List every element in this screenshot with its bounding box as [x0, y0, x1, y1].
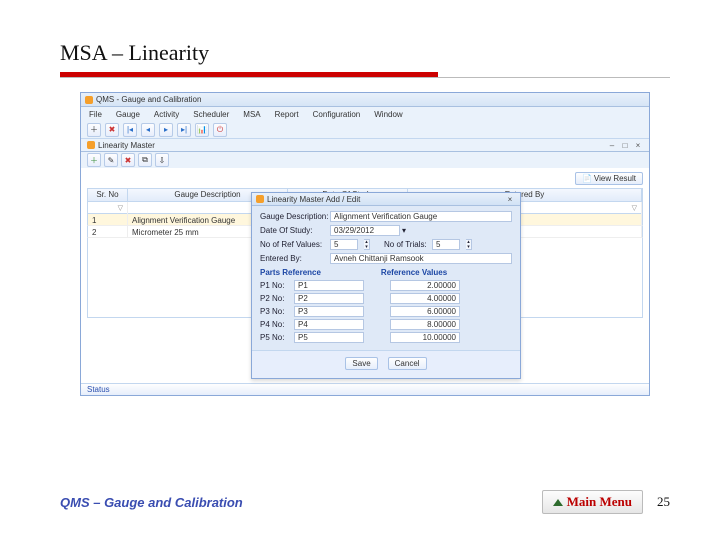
lbl-date-of-study: Date Of Study:: [260, 226, 330, 235]
toolbar-chart-icon[interactable]: 📊: [195, 123, 209, 137]
spinner-trials[interactable]: ▴▾: [466, 239, 472, 250]
slide-footer: QMS – Gauge and Calibration Main Menu 25: [60, 490, 670, 514]
main-menu-label: Main Menu: [567, 494, 632, 510]
dialog-close-icon[interactable]: ×: [504, 195, 516, 204]
slide: MSA – Linearity QMS - Gauge and Calibrat…: [0, 0, 720, 540]
dialog-title: Linearity Master Add / Edit: [267, 195, 360, 204]
lbl-p1: P1 No:: [260, 281, 294, 290]
toolbar-delete-icon[interactable]: ✖: [105, 123, 119, 137]
parts-ref-label: Parts Reference: [260, 268, 321, 277]
title-underline-thin: [60, 77, 670, 78]
input-p3-val[interactable]: 6.00000: [390, 306, 460, 317]
sub-edit-icon[interactable]: ✎: [104, 153, 118, 167]
sub-export-icon[interactable]: ⇩: [155, 153, 169, 167]
input-no-ref-values[interactable]: 5: [330, 239, 358, 250]
menubar: File Gauge Activity Scheduler MSA Report…: [81, 107, 649, 121]
input-p4-name[interactable]: P4: [294, 319, 364, 330]
toolbar-first-icon[interactable]: |◂: [123, 123, 137, 137]
calendar-icon[interactable]: ▾: [402, 226, 406, 235]
subwindow-minimize-icon[interactable]: –: [607, 141, 617, 150]
linearity-dialog: Linearity Master Add / Edit × Gauge Desc…: [251, 192, 521, 379]
home-icon: [553, 499, 563, 506]
subwindow-tab: Linearity Master – □ ×: [81, 139, 649, 152]
main-menu-button[interactable]: Main Menu: [542, 490, 643, 514]
toolbar-last-icon[interactable]: ▸|: [177, 123, 191, 137]
cancel-button[interactable]: Cancel: [388, 357, 427, 370]
input-p1-val[interactable]: 2.00000: [390, 280, 460, 291]
parts-reference-header: Parts Reference Reference Values: [260, 268, 512, 277]
input-p4-val[interactable]: 8.00000: [390, 319, 460, 330]
filter-sr-no[interactable]: ▽: [88, 202, 128, 214]
menu-file[interactable]: File: [89, 110, 102, 119]
ref-values-col-label: Reference Values: [381, 268, 447, 277]
ref-row-p4: P4 No: P4 8.00000: [260, 319, 512, 330]
view-result-container: 📄 View Result: [575, 172, 643, 185]
lbl-p5: P5 No:: [260, 333, 294, 342]
menu-report[interactable]: Report: [275, 110, 299, 119]
save-button[interactable]: Save: [345, 357, 377, 370]
app-titlebar: QMS - Gauge and Calibration: [81, 93, 649, 107]
input-p1-name[interactable]: P1: [294, 280, 364, 291]
app-window: QMS - Gauge and Calibration File Gauge A…: [80, 92, 650, 396]
menu-window[interactable]: Window: [374, 110, 402, 119]
input-gauge-desc[interactable]: Alignment Verification Gauge: [330, 211, 512, 222]
subwindow-maximize-icon[interactable]: □: [620, 141, 630, 150]
col-sr-no[interactable]: Sr. No: [88, 189, 128, 201]
input-p2-val[interactable]: 4.00000: [390, 293, 460, 304]
main-toolbar: ＋ ✖ |◂ ◂ ▸ ▸| 📊 ⏻: [81, 121, 649, 139]
input-p3-name[interactable]: P3: [294, 306, 364, 317]
view-result-icon: 📄: [582, 174, 592, 183]
input-entered-by[interactable]: Avneh Chittanji Ramsook: [330, 253, 512, 264]
menu-scheduler[interactable]: Scheduler: [193, 110, 229, 119]
spinner-ref-values[interactable]: ▴▾: [364, 239, 370, 250]
input-date-of-study[interactable]: 03/29/2012: [330, 225, 400, 236]
toolbar-new-icon[interactable]: ＋: [87, 123, 101, 137]
footer-title: QMS – Gauge and Calibration: [60, 495, 243, 510]
toolbar-prev-icon[interactable]: ◂: [141, 123, 155, 137]
ref-row-p2: P2 No: P2 4.00000: [260, 293, 512, 304]
app-window-title: QMS - Gauge and Calibration: [96, 95, 201, 104]
dialog-body: Gauge Description: Alignment Verificatio…: [252, 206, 520, 350]
menu-activity[interactable]: Activity: [154, 110, 179, 119]
lbl-gauge-desc: Gauge Description:: [260, 212, 330, 221]
menu-configuration[interactable]: Configuration: [313, 110, 361, 119]
page-number: 25: [657, 494, 670, 510]
input-p2-name[interactable]: P2: [294, 293, 364, 304]
input-p5-val[interactable]: 10.00000: [390, 332, 460, 343]
view-result-button[interactable]: 📄 View Result: [575, 172, 643, 185]
dialog-buttons: Save Cancel: [252, 350, 520, 378]
sub-copy-icon[interactable]: ⧉: [138, 153, 152, 167]
view-result-label: View Result: [594, 174, 636, 183]
input-no-of-trials[interactable]: 5: [432, 239, 460, 250]
input-p5-name[interactable]: P5: [294, 332, 364, 343]
ref-row-p5: P5 No: P5 10.00000: [260, 332, 512, 343]
lbl-no-ref-values: No of Ref Values:: [260, 240, 330, 249]
subwindow-title: Linearity Master: [98, 141, 155, 150]
content-area: 📄 View Result Sr. No Gauge Description D…: [81, 168, 649, 383]
subwindow-close-icon[interactable]: ×: [633, 141, 643, 150]
lbl-p3: P3 No:: [260, 307, 294, 316]
sub-delete-icon[interactable]: ✖: [121, 153, 135, 167]
lbl-p2: P2 No:: [260, 294, 294, 303]
cell-no: 2: [88, 226, 128, 238]
slide-title: MSA – Linearity: [60, 40, 670, 66]
sub-toolbar: ＋ ✎ ✖ ⧉ ⇩: [81, 152, 649, 168]
dialog-titlebar: Linearity Master Add / Edit ×: [252, 193, 520, 206]
sub-add-icon[interactable]: ＋: [87, 153, 101, 167]
lbl-entered-by: Entered By:: [260, 254, 330, 263]
lbl-p4: P4 No:: [260, 320, 294, 329]
statusbar: Status: [81, 383, 649, 395]
cell-no: 1: [88, 214, 128, 226]
subwindow-icon: [87, 141, 95, 149]
toolbar-next-icon[interactable]: ▸: [159, 123, 173, 137]
dialog-icon: [256, 195, 264, 203]
menu-msa[interactable]: MSA: [243, 110, 260, 119]
toolbar-exit-icon[interactable]: ⏻: [213, 123, 227, 137]
ref-row-p3: P3 No: P3 6.00000: [260, 306, 512, 317]
menu-gauge[interactable]: Gauge: [116, 110, 140, 119]
app-icon: [85, 96, 93, 104]
lbl-no-of-trials: No of Trials:: [384, 240, 432, 249]
status-label: Status: [87, 385, 110, 394]
ref-row-p1: P1 No: P1 2.00000: [260, 280, 512, 291]
